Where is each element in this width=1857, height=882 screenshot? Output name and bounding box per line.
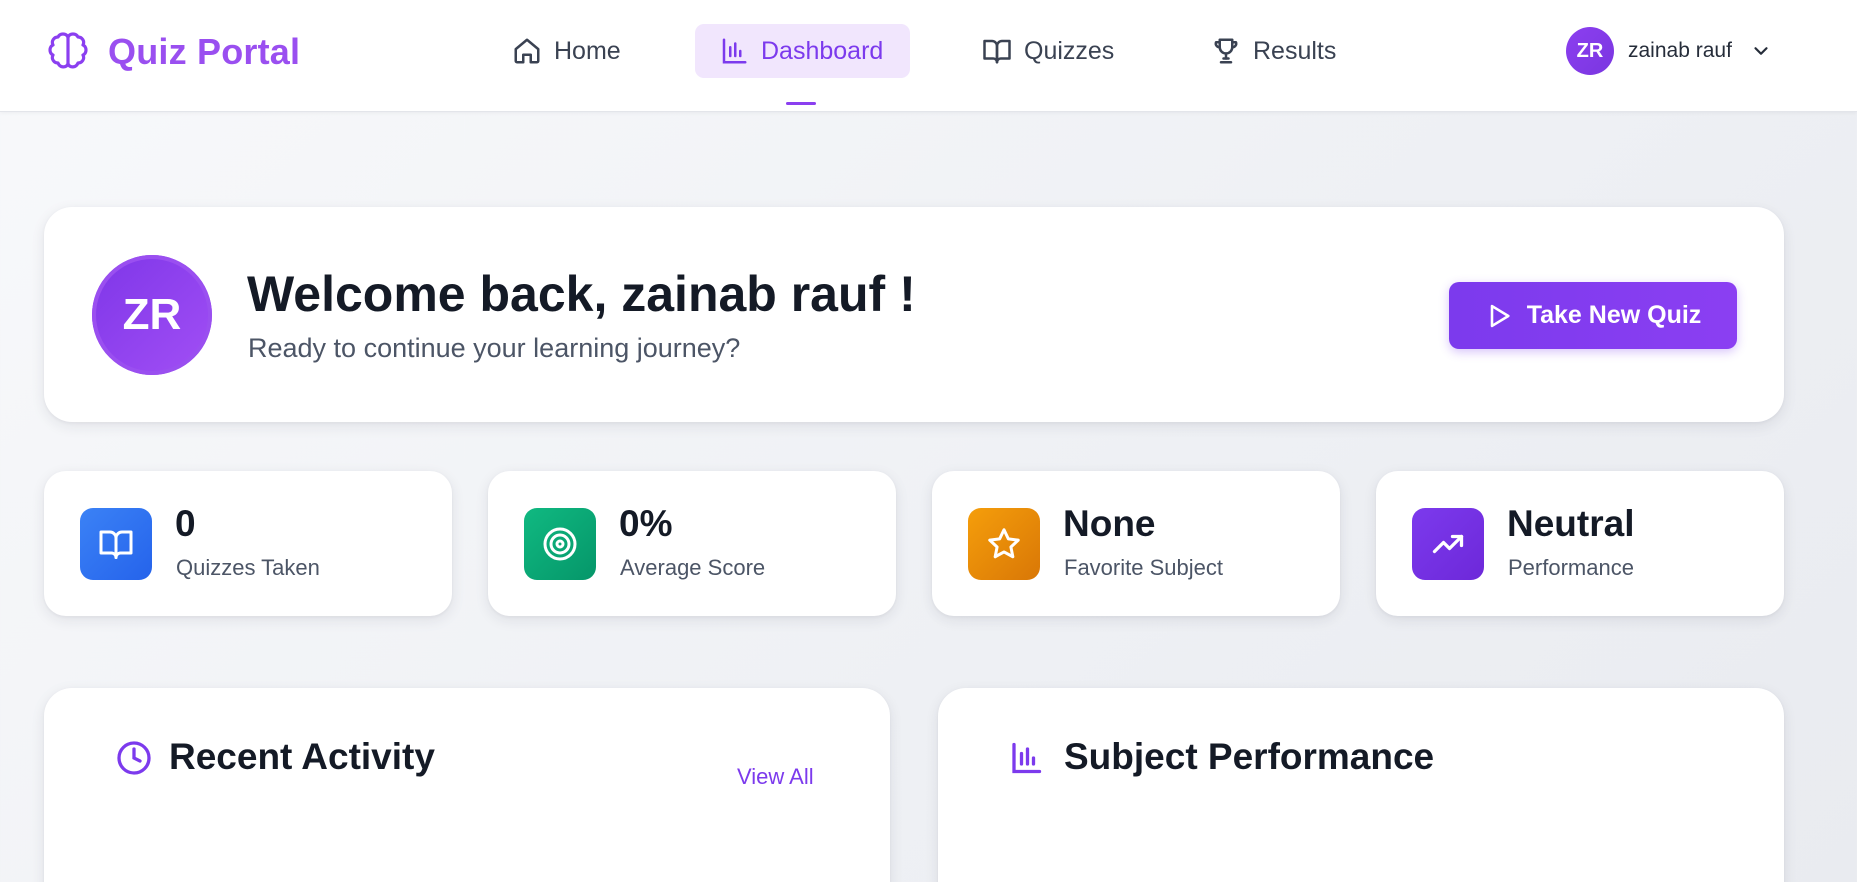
subject-performance-panel: Subject Performance: [938, 688, 1784, 882]
stat-card-favorite-subject: None Favorite Subject: [932, 471, 1340, 616]
stat-value: 0: [175, 503, 196, 544]
chevron-down-icon: [1754, 47, 1768, 55]
subject-performance-title: Subject Performance: [1064, 736, 1435, 777]
book-open-icon: [99, 530, 133, 559]
bar-chart-icon: [1012, 742, 1042, 774]
view-all-link[interactable]: View All: [737, 764, 814, 790]
home-icon: [514, 38, 540, 64]
welcome-card: ZR Welcome back, zainab rauf ! Ready to …: [44, 207, 1784, 422]
bar-chart-icon: [722, 38, 747, 64]
user-name: zainab rauf: [1628, 39, 1732, 62]
clock-icon: [117, 741, 151, 775]
stat-icon-box: [80, 508, 152, 580]
welcome-title: Welcome back, zainab rauf !: [247, 266, 916, 322]
target-icon: [543, 527, 577, 561]
stat-label: Favorite Subject: [1064, 555, 1223, 580]
stat-value: 0%: [619, 503, 673, 544]
book-open-icon: [983, 39, 1011, 64]
user-menu[interactable]: ZR zainab rauf: [1566, 27, 1772, 75]
trophy-icon: [1214, 38, 1238, 64]
nav-item-dashboard[interactable]: Dashboard: [695, 24, 910, 78]
avatar: ZR: [1566, 27, 1614, 75]
stat-card-performance: Neutral Performance: [1376, 471, 1784, 616]
stat-card-average-score: 0% Average Score: [488, 471, 896, 616]
welcome-subtitle: Ready to continue your learning journey?: [248, 333, 741, 363]
nav-label-home: Home: [554, 36, 621, 65]
stat-icon-box: [968, 508, 1040, 580]
nav-item-quizzes[interactable]: Quizzes: [958, 24, 1138, 78]
take-new-quiz-label: Take New Quiz: [1526, 301, 1702, 329]
trending-up-icon: [1432, 534, 1464, 554]
welcome-avatar: ZR: [92, 255, 212, 375]
take-new-quiz-button[interactable]: Take New Quiz: [1449, 282, 1737, 349]
nav-label-dashboard: Dashboard: [761, 36, 884, 65]
play-icon: [1490, 304, 1510, 327]
nav-label-quizzes: Quizzes: [1024, 36, 1115, 65]
nav-item-results[interactable]: Results: [1187, 24, 1360, 78]
nav-label-results: Results: [1253, 36, 1337, 65]
stat-value: Neutral: [1507, 503, 1635, 544]
stat-label: Quizzes Taken: [176, 555, 320, 580]
top-navbar: Quiz Portal Home Dashboard Quizzes Resul…: [0, 0, 1857, 112]
recent-activity-title: Recent Activity: [169, 736, 435, 777]
star-icon: [988, 528, 1020, 559]
nav-item-home[interactable]: Home: [488, 24, 645, 78]
active-tab-indicator: [786, 102, 816, 105]
stat-label: Average Score: [620, 555, 766, 580]
stat-icon-box: [1412, 508, 1484, 580]
stat-value: None: [1063, 503, 1156, 544]
stat-icon-box: [524, 508, 596, 580]
stat-label: Performance: [1508, 555, 1634, 580]
recent-activity-panel: Recent Activity View All: [44, 688, 890, 882]
stat-card-quizzes-taken: 0 Quizzes Taken: [44, 471, 452, 616]
